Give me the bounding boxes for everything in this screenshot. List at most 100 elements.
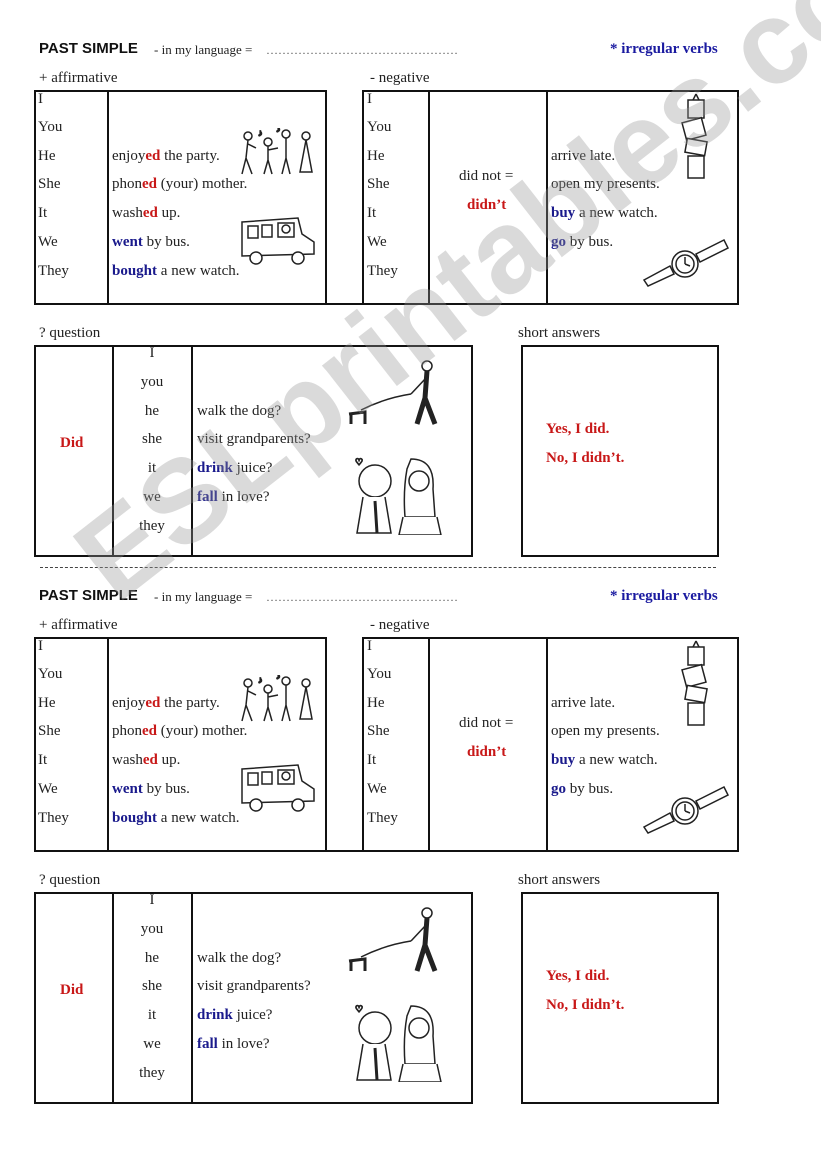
short-answer-no: No, I didn’t. <box>546 450 625 466</box>
short-answer-yes: Yes, I did. <box>546 421 610 437</box>
pronoun: They <box>367 263 398 279</box>
pronoun: she <box>142 978 162 994</box>
affirmative-phrase: bought a new watch. <box>112 810 240 827</box>
phrase-rest: a new watch. <box>575 752 658 768</box>
question-phrase: fall in love? <box>197 1036 270 1053</box>
negative-phrase: go by bus. <box>551 234 613 251</box>
divider <box>326 303 364 305</box>
pronoun: You <box>38 119 63 135</box>
regular-ending: ed <box>145 695 161 711</box>
divider <box>191 892 193 1104</box>
pronoun: he <box>144 403 160 419</box>
did-not-label: did not = <box>459 715 514 731</box>
presents-stack-icon <box>681 93 708 179</box>
page-title: PAST SIMPLE <box>39 587 138 604</box>
pronoun: It <box>367 205 377 221</box>
svg-text:♪: ♪ <box>276 128 281 134</box>
divider <box>107 637 109 852</box>
question-label: ? question <box>39 872 101 888</box>
pronoun: You <box>367 666 392 682</box>
pronoun: they <box>139 1065 165 1081</box>
affirmative-phrase: went by bus. <box>112 781 190 798</box>
divider <box>112 345 114 557</box>
pronoun: She <box>38 176 61 192</box>
bus-icon <box>241 217 315 265</box>
pronoun: you <box>140 921 164 937</box>
pronoun: We <box>38 234 58 250</box>
didnt-contraction: didn’t <box>467 197 507 213</box>
question-phrase: fall in love? <box>197 489 270 506</box>
pronoun: He <box>38 695 56 711</box>
page-title: PAST SIMPLE <box>39 40 138 57</box>
pronoun: He <box>38 148 56 164</box>
couple-icon: ♡ <box>354 1003 442 1082</box>
pronoun: it <box>147 1007 157 1023</box>
watch-icon <box>642 785 730 834</box>
negative-phrase: arrive late. <box>551 148 615 165</box>
pronoun: we <box>143 1036 161 1052</box>
pronoun: We <box>367 234 387 250</box>
irregular-verb: fall <box>197 1036 218 1052</box>
language-prompt: - in my language = <box>154 42 253 57</box>
pronoun: It <box>367 752 377 768</box>
irregular-verb: went <box>112 781 143 797</box>
pronoun: She <box>38 723 61 739</box>
pronoun: I <box>149 345 155 361</box>
pronoun: I <box>38 91 43 107</box>
pronoun: He <box>367 148 385 164</box>
pronoun: You <box>38 666 63 682</box>
negative-phrase: go by bus. <box>551 781 613 798</box>
language-prompt: - in my language = <box>154 589 253 604</box>
divider <box>428 637 430 852</box>
short-answer-yes: Yes, I did. <box>546 968 610 984</box>
irregular-verb: drink <box>197 460 233 476</box>
party-people-icon: ♪ ♪ <box>241 675 313 722</box>
phrase-text: visit grandparents? <box>197 978 311 994</box>
verb-stem: wash <box>112 205 143 221</box>
did-auxiliary: Did <box>60 435 84 451</box>
pronoun: I <box>367 638 372 654</box>
svg-text:♡: ♡ <box>355 457 363 467</box>
pronoun: It <box>38 752 48 768</box>
divider <box>428 90 430 305</box>
question-phrase: walk the dog? <box>197 950 281 967</box>
question-phrase: walk the dog? <box>197 403 281 420</box>
regular-ending: ed <box>142 723 157 739</box>
negative-phrase: open my presents. <box>551 723 660 740</box>
svg-text:♡: ♡ <box>355 1004 363 1014</box>
dog-walker-icon <box>348 907 438 972</box>
pronoun: She <box>367 176 390 192</box>
regular-ending: ed <box>145 148 161 164</box>
phrase-rest: the party. <box>160 148 220 164</box>
dog-walker-icon <box>348 360 438 425</box>
irregular-verb: went <box>112 234 143 250</box>
phrase-rest: by bus. <box>566 234 614 250</box>
pronoun: I <box>149 892 155 908</box>
affirmative-phrase: phoned (your) mother. <box>112 176 247 193</box>
irregular-verbs-note: * irregular verbs <box>610 41 718 57</box>
affirmative-label: + affirmative <box>39 617 118 633</box>
couple-icon: ♡ <box>354 456 442 535</box>
regular-ending: ed <box>142 752 158 768</box>
negative-label: - negative <box>370 70 430 86</box>
negative-phrase: open my presents. <box>551 176 660 193</box>
didnt-contraction: didn’t <box>467 744 507 760</box>
divider <box>112 892 114 1104</box>
svg-text:♪: ♪ <box>258 128 263 138</box>
phrase-rest: by bus. <box>142 781 190 797</box>
pronoun: I <box>367 91 372 107</box>
negative-phrase: buy a new watch. <box>551 752 658 769</box>
phrase-rest: a new watch. <box>575 205 658 221</box>
pronoun: They <box>38 810 69 826</box>
short-answer-no: No, I didn’t. <box>546 997 625 1013</box>
affirmative-label: + affirmative <box>39 70 118 86</box>
watch-icon <box>642 238 730 287</box>
pronoun: We <box>367 781 387 797</box>
phrase-text: open my presents. <box>551 723 660 739</box>
pronoun: They <box>38 263 69 279</box>
pronoun: we <box>143 489 161 505</box>
phrase-rest: up. <box>157 752 181 768</box>
phrase-rest: a new watch. <box>157 263 240 279</box>
bus-icon <box>241 764 315 812</box>
phrase-rest: up. <box>157 205 181 221</box>
